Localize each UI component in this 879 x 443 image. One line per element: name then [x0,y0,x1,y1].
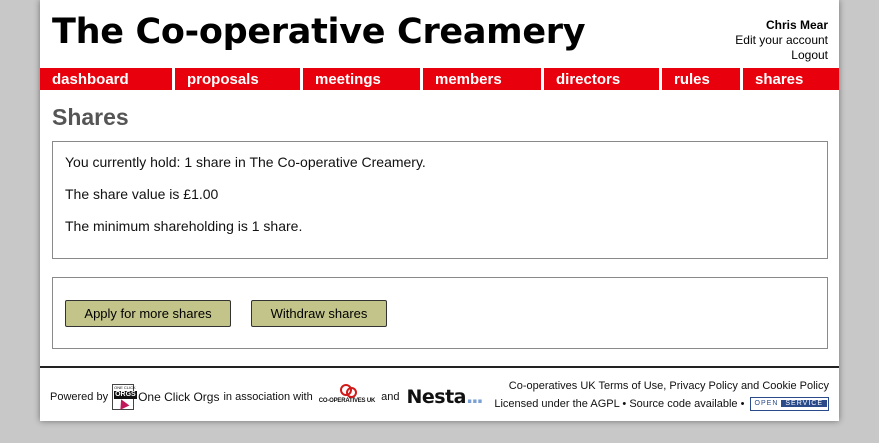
main-navigation: dashboard proposals meetings members dir… [40,68,839,91]
minimum-holding-text: The minimum shareholding is 1 share. [65,218,303,234]
nav-tab-members[interactable]: members [423,68,544,90]
current-holding-text: You currently hold: 1 share in The Co-op… [65,154,426,170]
license-text: Licensed under the [494,398,588,410]
nav-tab-shares[interactable]: shares [743,68,839,90]
agpl-link[interactable]: AGPL [590,398,619,410]
bullet-separator: • [740,398,745,410]
withdraw-shares-button[interactable]: Withdraw shares [251,300,387,327]
one-click-orgs-logo[interactable]: ONE CLICK ORGS [112,384,137,410]
terms-and-text: and [740,380,760,392]
privacy-policy-link[interactable]: Privacy Policy [669,380,737,392]
terms-of-use-link[interactable]: Terms of Use [598,380,663,392]
apply-for-more-shares-button[interactable]: Apply for more shares [65,300,231,327]
organisation-title: The Co-operative Creamery [52,12,586,52]
cursor-icon [116,397,130,410]
and-text: and [381,391,400,403]
open-service-open-text: OPEN [754,400,779,408]
footer-credits: Powered by ONE CLICK ORGS One Click Orgs… [50,382,484,412]
nav-tab-dashboard[interactable]: dashboard [40,68,175,90]
open-service-service-text: SERVICE [781,400,827,408]
nesta-logo-text: Nesta [406,386,466,408]
source-code-link[interactable]: Source code available [629,398,737,410]
cookie-policy-link[interactable]: Cookie Policy [762,380,829,392]
powered-by-text: Powered by [50,391,109,403]
edit-account-link[interactable]: Edit your account [735,33,828,47]
terms-line: Co-operatives UK Terms of Use, Privacy P… [494,377,829,395]
nav-tab-directors[interactable]: directors [544,68,662,90]
co-operatives-uk-logo[interactable]: CO-OPERATIVES UK [319,384,375,404]
nav-tab-proposals[interactable]: proposals [175,68,303,90]
terms-prefix: Co-operatives UK [508,380,596,392]
share-actions-panel: Apply for more shares Withdraw shares [52,277,828,349]
open-service-badge[interactable]: OPEN SERVICE [749,397,829,412]
association-text: in association with [223,391,313,403]
footer-legal: Co-operatives UK Terms of Use, Privacy P… [494,377,829,413]
user-menu: Chris Mear Edit your account Logout [735,18,828,63]
share-value-text: The share value is £1.00 [65,186,219,202]
bullet-separator: • [622,398,627,410]
page-title: Shares [52,104,129,130]
oco-logo-top-text: ONE CLICK [114,385,136,390]
co-operatives-uk-logo-text: CO-OPERATIVES UK [318,398,376,404]
nesta-dots-icon: ... [465,386,484,408]
shareholding-info-panel: You currently hold: 1 share in The Co-op… [52,141,828,259]
user-name: Chris Mear [765,18,828,32]
footer-divider [40,366,839,368]
logout-link[interactable]: Logout [791,48,828,62]
page-container: The Co-operative Creamery Chris Mear Edi… [40,0,839,421]
nav-tab-rules[interactable]: rules [662,68,743,90]
license-line: Licensed under the AGPL • Source code av… [494,395,829,413]
co-operatives-uk-mark-icon [337,384,357,398]
nav-tab-meetings[interactable]: meetings [303,68,423,90]
terms-comma: , [663,380,667,392]
one-click-orgs-link[interactable]: One Click Orgs [138,390,219,404]
nesta-logo[interactable]: Nesta... [406,386,484,408]
